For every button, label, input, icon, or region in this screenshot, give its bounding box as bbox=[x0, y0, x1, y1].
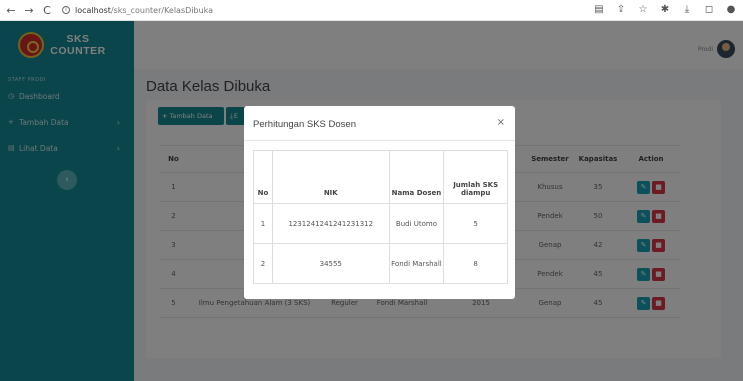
modal-title: Perhitungan SKS Dosen bbox=[253, 119, 356, 130]
url-path: /sks_counter/KelasDibuka bbox=[110, 5, 214, 15]
cell-nik: 34555 bbox=[271, 243, 390, 284]
cell-nik: 1231241241241231312 bbox=[271, 203, 390, 244]
modal-divider bbox=[244, 140, 515, 141]
cell-nama: Fondi Marshall bbox=[388, 243, 445, 284]
download-icon[interactable]: ⤓ bbox=[681, 4, 693, 15]
translate-icon[interactable]: ▤ bbox=[593, 4, 605, 15]
sidepanel-icon[interactable]: ◻ bbox=[703, 4, 715, 15]
table-row: 2 34555 Fondi Marshall 8 bbox=[253, 243, 508, 284]
extensions-icon[interactable]: ✱ bbox=[659, 4, 671, 15]
sks-table: No NIK Nama Dosen Jumlah SKS diampu 1 12… bbox=[253, 150, 508, 284]
share-icon[interactable]: ⇪ bbox=[615, 4, 627, 15]
site-info-icon[interactable]: i bbox=[62, 6, 70, 14]
cell-no: 2 bbox=[253, 243, 273, 284]
url-host: localhost bbox=[75, 5, 111, 15]
col-jumlah-sks: Jumlah SKS diampu bbox=[443, 150, 508, 204]
cell-no: 1 bbox=[253, 203, 273, 244]
bookmark-star-icon[interactable]: ☆ bbox=[637, 4, 649, 15]
address-bar[interactable]: i localhost/sks_counter/KelasDibuka bbox=[62, 6, 213, 15]
profile-icon[interactable]: ● bbox=[725, 4, 737, 15]
cell-jumlah: 5 bbox=[443, 203, 508, 244]
col-nik: NIK bbox=[271, 150, 390, 204]
cell-jumlah: 8 bbox=[443, 243, 508, 284]
back-icon[interactable]: ← bbox=[4, 4, 18, 17]
cell-nama: Budi Utomo bbox=[388, 203, 445, 244]
table-header-row: No NIK Nama Dosen Jumlah SKS diampu bbox=[253, 150, 508, 204]
reload-icon[interactable]: C bbox=[40, 4, 54, 17]
col-no: No bbox=[253, 150, 273, 204]
sks-modal: Perhitungan SKS Dosen × No NIK Nama Dose… bbox=[244, 106, 515, 299]
table-row: 1 1231241241241231312 Budi Utomo 5 bbox=[253, 203, 508, 244]
close-icon[interactable]: × bbox=[497, 117, 505, 128]
browser-toolbar: ← → C i localhost/sks_counter/KelasDibuk… bbox=[0, 0, 743, 21]
forward-icon[interactable]: → bbox=[22, 4, 36, 17]
col-nama-dosen: Nama Dosen bbox=[388, 150, 445, 204]
